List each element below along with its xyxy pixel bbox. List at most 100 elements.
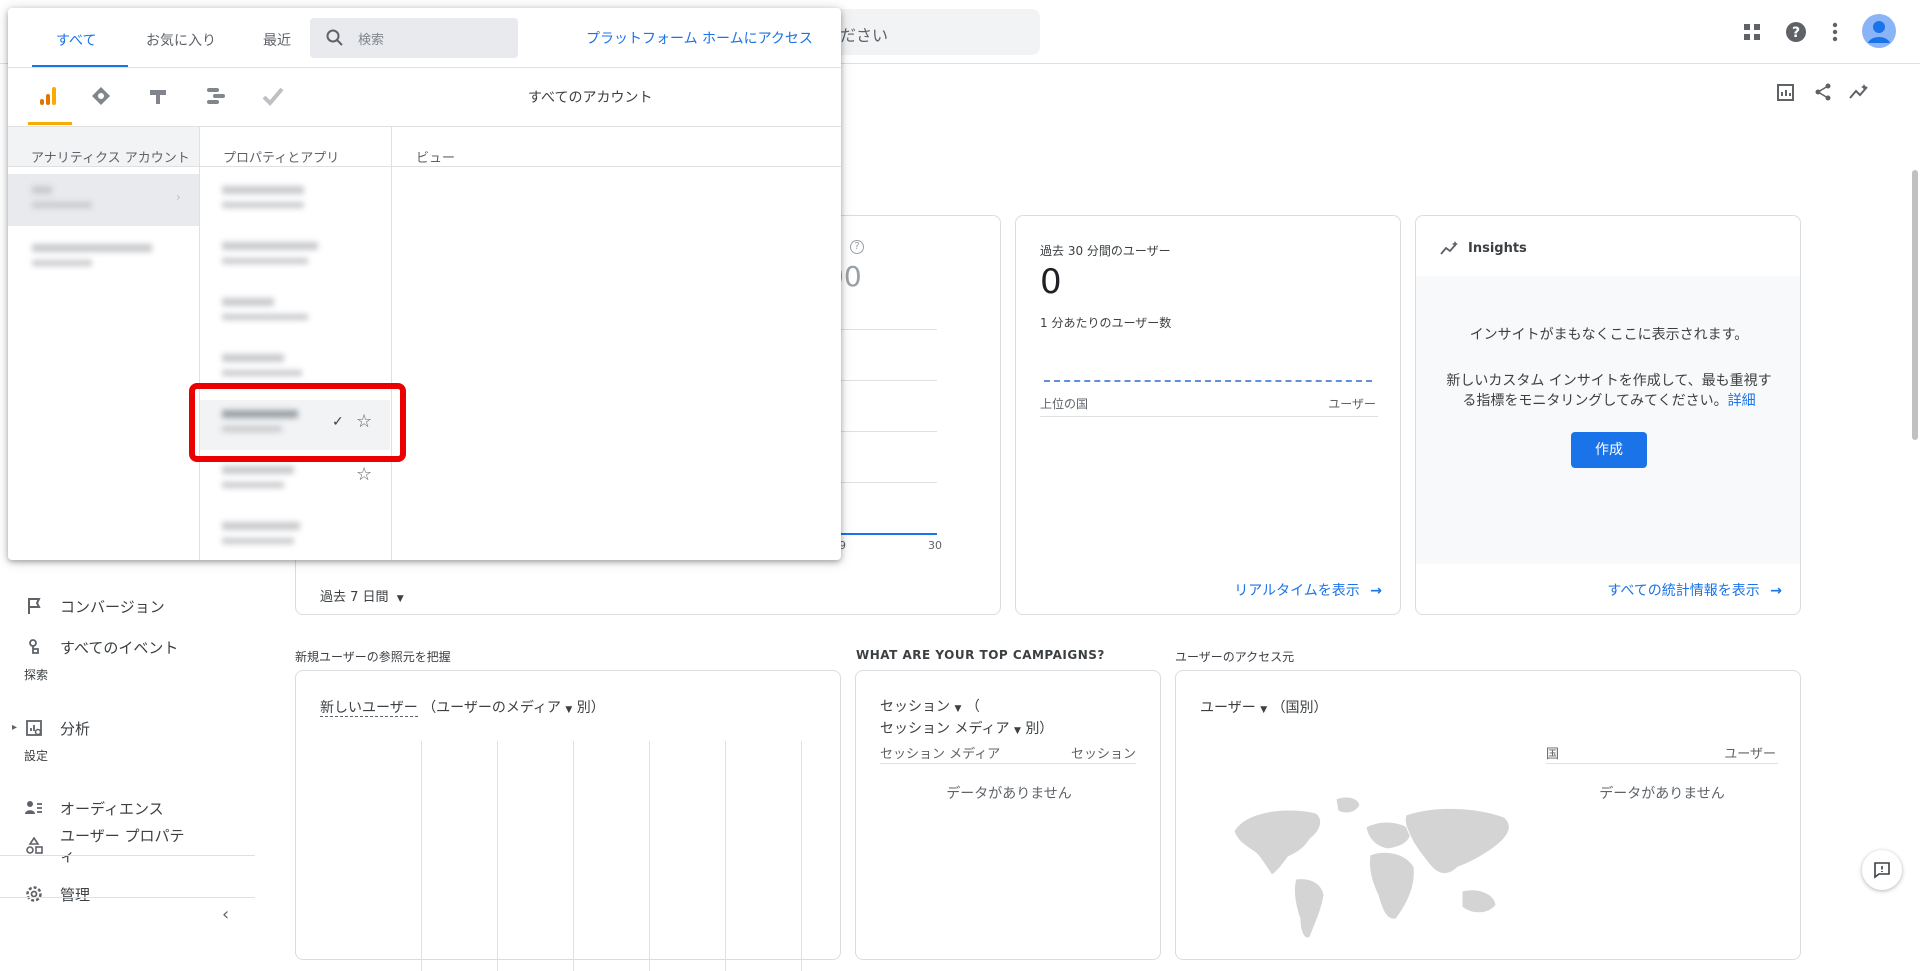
metric-selector[interactable]: セッション <box>880 699 950 715</box>
platform-home-link[interactable]: プラットフォーム ホームにアクセス <box>586 28 813 48</box>
customize-report-icon[interactable] <box>1772 80 1800 104</box>
account-picker-popup: すべて お気に入り 最近 検索 プラットフォーム ホームにアクセス すべてのアカ… <box>8 8 841 560</box>
more-vert-icon[interactable] <box>1821 18 1849 46</box>
account-row-selected[interactable]: › <box>8 174 199 226</box>
explore-icon <box>24 718 44 738</box>
help-outline-icon[interactable]: ? <box>850 240 864 254</box>
all-accounts-label: すべてのアカウント <box>528 90 653 106</box>
column-header-country: 上位の国 <box>1040 397 1089 411</box>
learn-more-link[interactable]: 詳細 <box>1728 393 1756 409</box>
column-header-medium: セッション メディア <box>880 747 1001 762</box>
section-title-new-users: 新規ユーザーの参照元を把握 <box>295 650 451 664</box>
insights-sparkle-icon <box>1440 240 1460 260</box>
chart-gridline <box>841 329 937 330</box>
nav-label: 分析 <box>60 719 91 738</box>
column-header-accounts: アナリティクス アカウント <box>31 151 190 166</box>
column-header-country: 国 <box>1546 747 1560 762</box>
paren-open: （ <box>965 699 980 715</box>
nav-item-conversions[interactable]: コンバージョン <box>0 588 255 624</box>
nav-divider <box>0 855 255 856</box>
optimize-icon[interactable] <box>148 86 170 106</box>
realtime-value: 0 <box>1040 262 1062 302</box>
property-row[interactable] <box>200 232 390 280</box>
highlight-box <box>189 383 406 462</box>
metric-selector[interactable]: ユーザー <box>1200 700 1256 716</box>
arrow-right-icon: → <box>1370 583 1382 599</box>
dimension-selector[interactable]: セッション メディア <box>880 721 1009 737</box>
nav-item-all-events[interactable]: すべてのイベント <box>0 629 255 665</box>
view-all-insights-link[interactable]: すべての統計情報を表示 → <box>1607 580 1782 600</box>
section-title-access: ユーザーのアクセス元 <box>1175 650 1295 664</box>
chart-gridline <box>841 380 937 381</box>
table-divider <box>1546 763 1778 764</box>
svg-text:?: ? <box>1792 25 1800 41</box>
link-label: リアルタイムを表示 <box>1234 583 1360 599</box>
chart-series-line <box>841 533 937 535</box>
column-header-views: ビュー <box>416 151 456 166</box>
apps-icon[interactable] <box>1738 18 1766 46</box>
no-data-text: データがありません <box>946 786 1072 802</box>
feedback-button[interactable] <box>1862 850 1902 890</box>
insights-icon[interactable] <box>1845 80 1873 104</box>
nav-label: ユーザー プロパティ <box>60 827 185 865</box>
surveys-check-icon[interactable] <box>262 86 284 106</box>
collapse-nav-icon[interactable]: ‹ <box>222 906 240 924</box>
dropdown-arrow-icon[interactable]: ▼ <box>1014 726 1021 736</box>
realtime-title: 過去 30 分間のユーザー <box>1040 244 1171 258</box>
nav-divider <box>0 897 255 898</box>
account-row[interactable] <box>8 232 199 284</box>
left-navigation: コンバージョン すべてのイベント 探索 ▸ 分析 設定 オーディエンス ユーザー… <box>0 560 260 937</box>
dropdown-arrow-icon: ▼ <box>396 594 404 604</box>
column-header-sessions: セッション <box>1070 747 1136 762</box>
nav-section-explore: 探索 <box>24 668 49 682</box>
column-header-properties: プロパティとアプリ <box>223 151 340 166</box>
account-avatar-icon[interactable] <box>1862 14 1896 48</box>
share-icon[interactable] <box>1809 80 1837 104</box>
picker-search-input[interactable]: 検索 <box>310 18 518 58</box>
date-range-dropdown[interactable]: 過去 7 日間 ▼ <box>320 586 404 605</box>
data-studio-icon[interactable] <box>205 86 227 106</box>
help-icon[interactable]: ? <box>1782 18 1810 46</box>
property-row[interactable]: ☆ <box>200 456 390 504</box>
metric-selector[interactable]: 新しいユーザー <box>320 700 418 717</box>
view-realtime-link[interactable]: リアルタイムを表示 → <box>1234 580 1382 600</box>
tag-manager-icon[interactable] <box>91 86 111 106</box>
page-scrollbar[interactable] <box>1912 170 1918 440</box>
property-row[interactable] <box>200 176 390 224</box>
property-row[interactable] <box>200 288 390 336</box>
create-insight-button[interactable]: 作成 <box>1571 432 1647 468</box>
star-outline-icon[interactable]: ☆ <box>356 464 372 485</box>
dimension-selector[interactable]: （国別） <box>1272 700 1328 716</box>
dimension-selector[interactable]: （ユーザーのメディア <box>422 700 561 716</box>
dropdown-arrow-icon[interactable]: ▼ <box>565 705 572 715</box>
dropdown-arrow-icon[interactable]: ▼ <box>954 704 961 714</box>
insights-coming-text: インサイトがまもなくここに表示されます。 <box>1469 327 1749 343</box>
world-map <box>1226 791 1526 955</box>
audience-icon <box>24 798 44 818</box>
arrow-right-icon: → <box>1770 583 1782 599</box>
nav-label: オーディエンス <box>60 799 164 818</box>
expand-arrow-icon[interactable]: ▸ <box>12 722 17 733</box>
analytics-product-icon[interactable] <box>36 84 60 108</box>
active-product-indicator <box>28 122 72 125</box>
nav-item-analysis[interactable]: ▸ 分析 <box>0 710 255 746</box>
tab-all[interactable]: すべて <box>56 30 96 50</box>
nav-item-audiences[interactable]: オーディエンス <box>0 790 255 826</box>
dimension-suffix: 別） <box>576 700 605 716</box>
property-row[interactable] <box>200 512 390 560</box>
nav-item-user-properties[interactable]: ユーザー プロパティ <box>0 822 255 870</box>
section-title-campaigns: WHAT ARE YOUR TOP CAMPAIGNS? <box>856 648 1105 662</box>
feedback-icon <box>1874 862 1890 879</box>
nav-item-admin[interactable]: 管理 <box>0 876 255 912</box>
realtime-minute-chart <box>1044 380 1372 382</box>
user-location-card: ユーザー ▼ （国別） 国 ユーザー データがありません <box>1175 670 1801 960</box>
tab-favorites[interactable]: お気に入り <box>146 30 216 50</box>
chevron-right-icon: › <box>176 190 181 204</box>
column-header-users: ユーザー <box>1724 747 1776 762</box>
search-icon <box>326 29 343 46</box>
realtime-card: 過去 30 分間のユーザー 0 1 分あたりのユーザー数 上位の国 ユーザー リ… <box>1015 215 1401 615</box>
global-search-input[interactable]: ださい <box>820 9 1040 55</box>
dropdown-arrow-icon[interactable]: ▼ <box>1260 705 1267 715</box>
column-header-users: ユーザー <box>1328 397 1376 411</box>
tab-recent[interactable]: 最近 <box>263 30 291 50</box>
